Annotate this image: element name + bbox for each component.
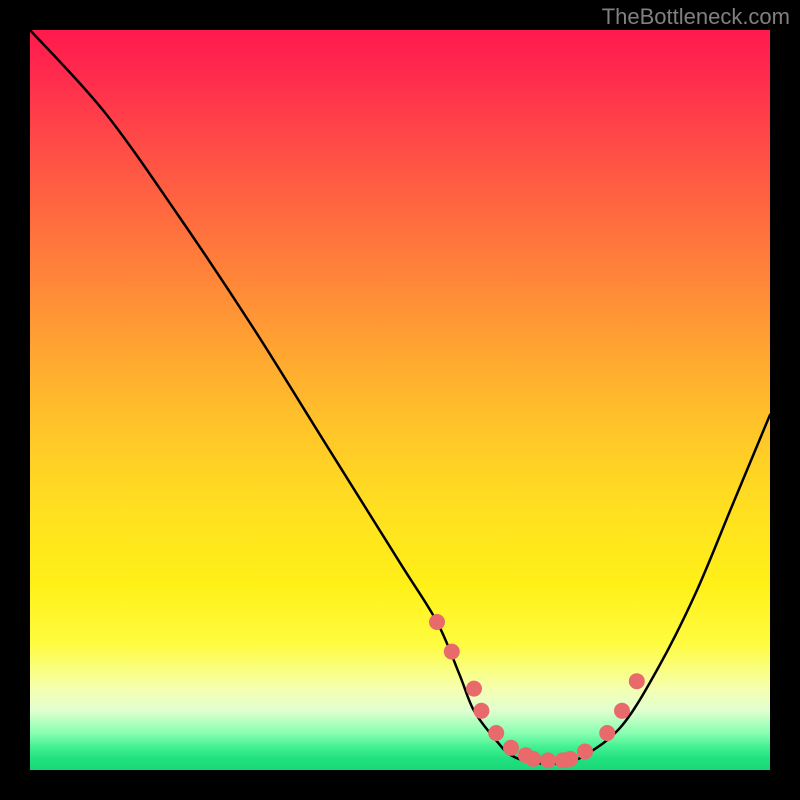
chart-frame: TheBottleneck.com <box>0 0 800 800</box>
marker-dot <box>629 673 645 689</box>
marker-dot <box>488 725 504 741</box>
marker-dot <box>562 751 578 767</box>
marker-dot <box>466 681 482 697</box>
highlight-markers <box>429 614 645 768</box>
marker-dot <box>444 644 460 660</box>
marker-dot <box>503 740 519 756</box>
watermark-text: TheBottleneck.com <box>602 4 790 30</box>
marker-dot <box>540 752 556 768</box>
marker-dot <box>614 703 630 719</box>
bottleneck-curve <box>30 30 770 764</box>
plot-area <box>30 30 770 770</box>
marker-dot <box>429 614 445 630</box>
marker-dot <box>525 751 541 767</box>
marker-dot <box>473 703 489 719</box>
marker-dot <box>577 744 593 760</box>
curve-svg <box>30 30 770 770</box>
marker-dot <box>599 725 615 741</box>
